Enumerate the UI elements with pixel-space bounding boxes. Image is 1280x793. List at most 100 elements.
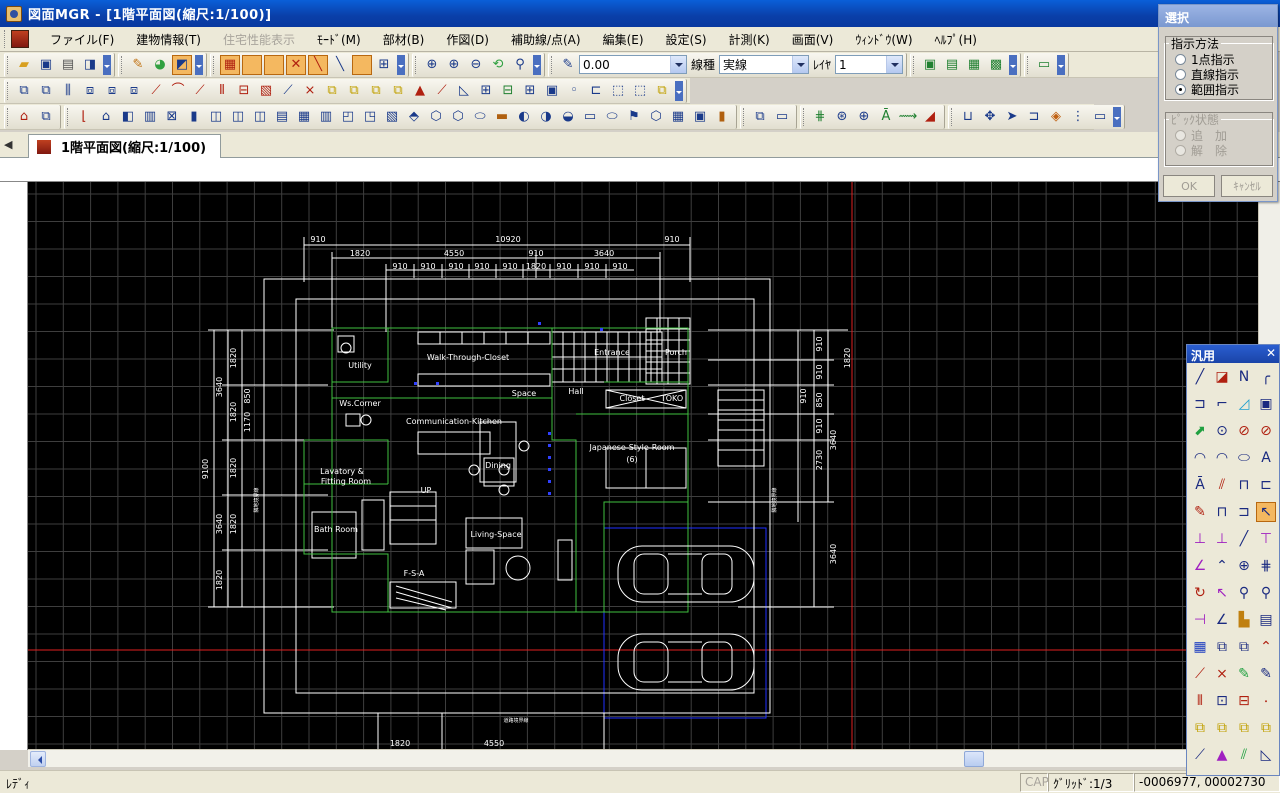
perpendicular-tool-icon[interactable]: ⊤ [1256,529,1276,549]
zoom-tool-icon[interactable]: ⚲ [1234,583,1254,603]
layer-select[interactable]: 1 [835,55,904,74]
building-block-icon[interactable]: ▦ [668,107,688,127]
peak-tool-icon[interactable]: ⌃ [1256,637,1276,657]
cube-alt-icon[interactable]: ⬡ [448,107,468,127]
toolbar-overflow-icon[interactable] [1113,106,1121,127]
arrow-tool-icon[interactable]: ⬈ [1190,421,1210,441]
pen-tool-icon[interactable]: ✎ [1234,664,1254,684]
toolbar-grip[interactable] [913,55,916,74]
double-door-icon[interactable]: ◫ [228,107,248,127]
tank-icon[interactable]: ⬭ [602,107,622,127]
trim-tool-icon[interactable]: ⟋ [1190,745,1210,765]
house-icon[interactable]: ⌂ [14,107,34,127]
radio-single-point[interactable]: 1点指示 [1175,52,1273,67]
furniture-icon[interactable]: ▬ [492,107,512,127]
wall-offset-icon[interactable]: ⧉ [36,81,56,101]
layer-lock-icon[interactable]: ▩ [986,55,1006,75]
menubar-grip[interactable] [4,30,7,48]
roof-icon[interactable]: ⌂ [96,107,116,127]
anchor-alt-tool-icon[interactable]: ⊥ [1212,529,1232,549]
layer-list-icon[interactable]: ▤ [942,55,962,75]
hatch-tool-icon[interactable]: ⫽ [1212,475,1232,495]
target-icon[interactable]: ⊛ [832,107,852,127]
sink-icon[interactable]: ◐ [514,107,534,127]
parallel-icon[interactable]: ⫴ [212,81,232,101]
rotate-tool-icon[interactable]: ↻ [1190,583,1210,603]
cross-snap-icon[interactable]: ✕ [286,54,306,75]
hatch-icon[interactable]: ▧ [256,81,276,101]
column-icon[interactable]: ⫼ [58,81,78,101]
storage-icon[interactable]: ◰ [338,107,358,127]
menu-help[interactable]: ﾍﾙﾌﾟ(H) [924,31,988,48]
pencil-icon[interactable]: ✎ [128,55,148,75]
menu-parts[interactable]: 部材(B) [372,31,436,48]
cylinder-icon[interactable]: ⬭ [470,107,490,127]
copy-icon[interactable]: ⧉ [322,81,342,101]
dimension-icon[interactable]: ⊟ [234,81,254,101]
point-tool-icon[interactable]: ⸱ [1256,691,1276,711]
polyline-tool-icon[interactable]: N [1234,367,1254,387]
window-part-icon[interactable]: ▥ [140,107,160,127]
line-tool-icon[interactable]: ╱ [1190,367,1210,387]
save-icon[interactable]: ▣ [36,55,56,75]
toolbar-overflow-icon[interactable] [195,54,203,75]
roof-tool-icon[interactable]: ⌃ [1212,556,1232,576]
align-icon[interactable]: ⊐ [1024,107,1044,127]
toolbar-overflow-icon[interactable] [675,80,683,101]
arc-tool-icon[interactable]: ◠ [1190,448,1210,468]
panel-icon[interactable]: ▥ [316,107,336,127]
chevron-down-icon[interactable] [670,56,686,73]
slash-icon[interactable]: ⟋ [190,81,210,101]
select-rect-icon[interactable]: ⬚ [608,81,628,101]
toolbar-grip[interactable] [121,55,124,74]
snap-icon[interactable] [242,54,262,75]
menu-measure[interactable]: 計測(K) [718,31,781,48]
ellipse-tool-icon[interactable]: ⬭ [1234,448,1254,468]
zoom-out-icon[interactable]: ⊖ [466,55,486,75]
crosshair-tool-icon[interactable]: ⊕ [1234,556,1254,576]
cabinet-icon[interactable]: ◳ [360,107,380,127]
toolbar-grip[interactable] [743,107,746,126]
menu-building-info[interactable]: 建物情報(T) [125,31,212,48]
zoom-in-icon[interactable]: ⊕ [444,55,464,75]
brush-tool-icon[interactable]: ✎ [1190,502,1210,522]
sliding-door-icon[interactable]: ◫ [250,107,270,127]
hexagon-icon[interactable]: ⬡ [646,107,666,127]
line-snap-icon[interactable]: ╲ [308,54,328,75]
scroll-thumb[interactable] [964,751,984,767]
list-icon[interactable]: ⋮ [1068,107,1088,127]
paste-tool-icon[interactable]: ⧉ [1234,637,1254,657]
window-icon[interactable]: ▭ [1090,107,1110,127]
tab-scroll-left-icon[interactable]: ◀ [4,138,12,151]
toolbar-grip[interactable] [1027,55,1030,74]
dimension-tool-icon[interactable]: ⊓ [1234,475,1254,495]
scroll-left-button[interactable] [30,751,46,767]
leader-icon[interactable]: ⟿ [898,107,918,127]
wall-icon[interactable]: ⧉ [14,81,34,101]
room-icon[interactable]: ⧉ [36,107,56,127]
move-icon[interactable]: ⧉ [344,81,364,101]
radio-range-dot[interactable] [1175,84,1186,95]
toolbar-grip[interactable] [951,107,954,126]
mirror-tool-icon[interactable]: ⧉ [1256,718,1276,738]
stretch-icon[interactable]: ⟋ [432,81,452,101]
dim-box-tool-icon[interactable]: ⊟ [1234,691,1254,711]
bath-icon[interactable]: ◒ [558,107,578,127]
radio-line[interactable]: 直線指示 [1175,67,1273,82]
angle-alt-tool-icon[interactable]: ∠ [1212,610,1232,630]
frame-tool-icon[interactable]: ⊡ [1212,691,1232,711]
door-icon[interactable]: ◫ [206,107,226,127]
paint-bucket-icon[interactable]: ◈ [1046,107,1066,127]
ortho-icon[interactable] [352,54,372,75]
menu-file[interactable]: ファイル(F) [39,31,125,48]
block-tool-icon[interactable]: ▙ [1234,610,1254,630]
circle-tool-icon[interactable]: ⊙ [1212,421,1232,441]
arrow-pick-tool-icon[interactable]: ↖ [1212,583,1232,603]
move-arrows-icon[interactable]: ✥ [980,107,1000,127]
save-block-icon[interactable]: ▣ [542,81,562,101]
text-tool-icon[interactable]: A [1256,448,1276,468]
fusuma-icon[interactable]: ▤ [272,107,292,127]
print-icon[interactable]: ▤ [58,55,78,75]
cross-hatch-icon[interactable]: ⨯ [300,81,320,101]
box-icon[interactable]: ⊠ [162,107,182,127]
